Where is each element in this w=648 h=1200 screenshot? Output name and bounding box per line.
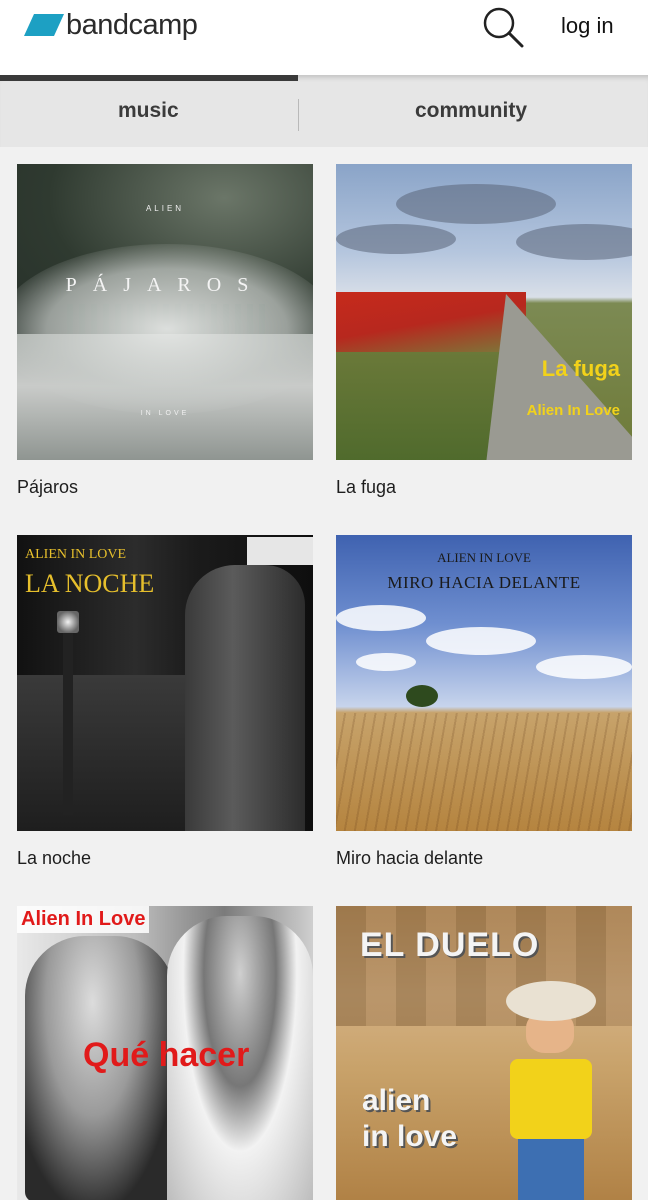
cover-art-cloud	[536, 655, 632, 679]
cover-artist-text: ALIEN	[145, 204, 185, 213]
cover-art-cloud	[516, 224, 632, 260]
cover-artist-text: alien	[362, 1084, 431, 1117]
cover-art-lamp	[57, 611, 79, 633]
album-cover[interactable]: ALIEN IN LOVE LA NOCHE	[17, 535, 313, 831]
album-card[interactable]: Alien In Love Qué hacer	[17, 906, 313, 1200]
search-icon[interactable]	[482, 6, 524, 48]
cover-artist-text: ALIEN IN LOVE	[25, 547, 127, 562]
tab-divider	[298, 99, 299, 131]
album-cover[interactable]: EL DUELO alien in love	[336, 906, 632, 1200]
cover-sub-text: IN LOVE	[140, 410, 190, 417]
cover-art-sign	[247, 537, 313, 565]
cover-art-cloud	[356, 653, 416, 671]
album-cover[interactable]: La fuga Alien In Love	[336, 164, 632, 460]
cover-art-field	[336, 713, 632, 831]
login-link[interactable]: log in	[561, 13, 614, 39]
active-tab-indicator	[0, 75, 298, 81]
cover-art-cloud	[396, 184, 556, 224]
album-card[interactable]: ALIEN IN LOVE LA NOCHE La noche	[17, 535, 313, 868]
album-card[interactable]: ALIEN IN LOVE MIRO HACIA DELANTE Miro ha…	[336, 535, 632, 868]
cover-art-legs	[518, 1139, 584, 1200]
cover-art-hat	[506, 981, 596, 1021]
cover-art-wall	[17, 675, 187, 831]
cover-art-tree	[406, 685, 438, 707]
cover-artist-text: ALIEN IN LOVE	[437, 550, 531, 565]
tab-community[interactable]: community	[415, 99, 527, 123]
album-cover[interactable]: Alien In Love Qué hacer	[17, 906, 313, 1200]
cover-art-lamp-post	[63, 615, 73, 815]
cover-title-text: EL DUELO	[360, 926, 540, 964]
album-card[interactable]: ALIEN PÁJAROS IN LOVE Pájaros	[17, 164, 313, 497]
bandcamp-logo[interactable]: bandcamp	[24, 8, 198, 42]
album-title[interactable]: Miro hacia delante	[336, 848, 483, 869]
cover-art-man	[185, 565, 305, 831]
cover-art-cowboy-figure	[496, 981, 606, 1200]
bandcamp-logo-icon	[24, 14, 64, 36]
album-cover[interactable]: ALIEN IN LOVE MIRO HACIA DELANTE	[336, 535, 632, 831]
cover-artist-text: Alien In Love	[17, 906, 150, 933]
album-title[interactable]: La noche	[17, 848, 91, 869]
cover-art-body	[510, 1059, 592, 1139]
album-title[interactable]: La fuga	[336, 477, 396, 498]
cover-art-cloud	[336, 605, 426, 631]
cover-artist-text: in love	[362, 1120, 458, 1153]
site-header: bandcamp log in	[0, 0, 648, 75]
logo-text: bandcamp	[66, 8, 198, 41]
cover-art-cloud	[426, 627, 536, 655]
album-card[interactable]: La fuga Alien In Love La fuga	[336, 164, 632, 497]
cover-artist-text: Alien In Love	[526, 402, 620, 419]
tab-bar: music community	[0, 75, 648, 147]
cover-art-cloud	[336, 224, 456, 254]
cover-title-text: PÁJAROS	[65, 274, 265, 296]
cover-art-fog	[17, 244, 313, 414]
cover-title-text: La fuga	[541, 356, 620, 381]
album-cover[interactable]: ALIEN PÁJAROS IN LOVE	[17, 164, 313, 460]
tab-music[interactable]: music	[118, 99, 179, 123]
album-card[interactable]: EL DUELO alien in love	[336, 906, 632, 1200]
cover-title-text: LA NOCHE	[25, 569, 155, 598]
album-title[interactable]: Pájaros	[17, 477, 78, 498]
cover-title-text: Qué hacer	[83, 1036, 250, 1074]
cover-title-text: MIRO HACIA DELANTE	[387, 573, 581, 592]
